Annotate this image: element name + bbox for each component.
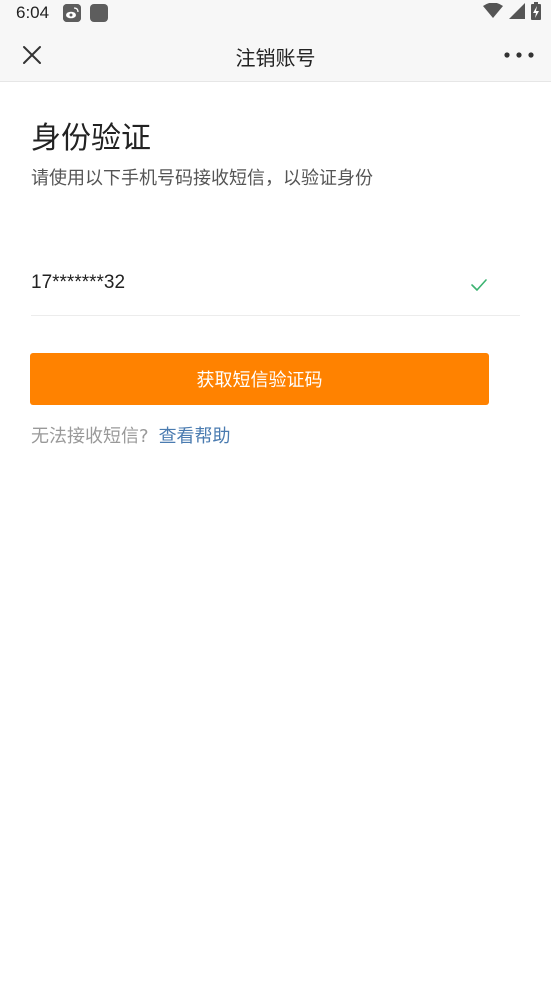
status-indicators <box>483 2 541 24</box>
phone-number-row: 17*******32 <box>31 255 520 316</box>
help-row: 无法接收短信? 查看帮助 <box>31 422 231 448</box>
app-square-icon <box>90 4 108 22</box>
help-link[interactable]: 查看帮助 <box>159 426 231 447</box>
get-sms-code-button[interactable]: 获取短信验证码 <box>30 353 489 405</box>
page-title: 身份验证 <box>31 121 151 156</box>
weibo-icon <box>63 4 81 22</box>
status-bar: 6:04 <box>0 0 551 28</box>
help-prefix-text: 无法接收短信? <box>31 426 149 447</box>
wifi-icon <box>483 2 503 23</box>
phone-number: 17*******32 <box>31 272 126 293</box>
more-icon[interactable] <box>503 46 535 64</box>
battery-charging-icon <box>531 2 541 24</box>
page-header-title: 注销账号 <box>235 46 316 70</box>
status-time: 6:04 <box>16 3 50 22</box>
nav-bar: 注销账号 <box>0 28 551 82</box>
check-icon <box>470 277 488 293</box>
page-subtitle: 请使用以下手机号码接收短信，以验证身份 <box>31 168 373 189</box>
signal-icon <box>509 3 525 23</box>
